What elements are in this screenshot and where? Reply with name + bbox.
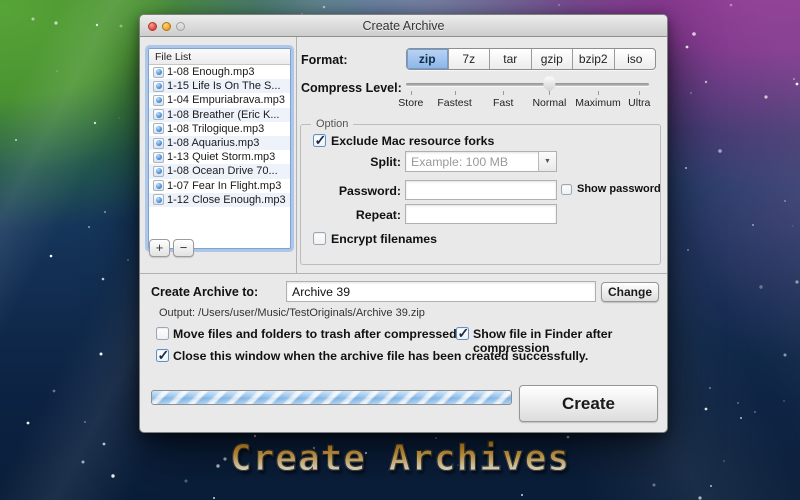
- file-name-label: 1-08 Ocean Drive 70...: [167, 165, 278, 177]
- music-file-icon: [153, 95, 164, 106]
- encrypt-filenames-label: Encrypt filenames: [331, 232, 437, 246]
- window-title: Create Archive: [140, 19, 667, 33]
- app-caption: Create Archives: [0, 438, 800, 479]
- create-archive-to-label: Create Archive to:: [151, 285, 258, 299]
- format-segmented: zip7ztargzipbzip2iso: [406, 48, 656, 70]
- file-name-label: 1-08 Enough.mp3: [167, 66, 254, 78]
- format-option-zip[interactable]: zip: [407, 49, 449, 69]
- file-list-item[interactable]: 1-12 Close Enough.mp3: [149, 193, 290, 207]
- music-file-icon: [153, 152, 164, 163]
- archive-name-field[interactable]: [286, 281, 596, 302]
- vertical-divider: [296, 37, 297, 273]
- music-file-icon: [153, 109, 164, 120]
- slider-tick: [411, 91, 412, 95]
- slider-level-label-normal: Normal: [532, 97, 566, 109]
- slider-tick: [598, 91, 599, 95]
- file-name-label: 1-13 Quiet Storm.mp3: [167, 151, 275, 163]
- horizontal-divider: [140, 273, 667, 274]
- format-option-7z[interactable]: 7z: [449, 49, 491, 69]
- file-list-item[interactable]: 1-08 Trilogique.mp3: [149, 122, 290, 136]
- file-list-item[interactable]: 1-08 Ocean Drive 70...: [149, 164, 290, 178]
- option-group-label: Option: [311, 118, 353, 130]
- change-button[interactable]: Change: [601, 282, 659, 302]
- move-to-trash-checkbox[interactable]: [156, 327, 169, 340]
- music-file-icon: [153, 67, 164, 78]
- file-name-label: 1-12 Close Enough.mp3: [167, 194, 286, 206]
- exclude-forks-label: Exclude Mac resource forks: [331, 134, 494, 148]
- slider-tick: [455, 91, 456, 95]
- format-option-bzip2[interactable]: bzip2: [573, 49, 615, 69]
- file-list-item[interactable]: 1-07 Fear In Flight.mp3: [149, 179, 290, 193]
- split-label: Split:: [300, 155, 401, 169]
- slider-level-label-fast: Fast: [493, 97, 513, 109]
- file-name-label: 1-08 Aquarius.mp3: [167, 137, 259, 149]
- move-to-trash-label: Move files and folders to trash after co…: [173, 327, 457, 341]
- format-option-tar[interactable]: tar: [490, 49, 532, 69]
- progress-bar: [151, 390, 512, 405]
- file-list-header: File List: [149, 49, 290, 65]
- compress-level-slider[interactable]: StoreFastestFastNormalMaximumUltra: [406, 76, 649, 122]
- close-window-label: Close this window when the archive file …: [173, 349, 588, 363]
- file-list-items: 1-08 Enough.mp3 1-15 Life Is On The S... 1…: [149, 65, 290, 207]
- compress-level-label: Compress Level:: [301, 81, 402, 95]
- music-file-icon: [153, 166, 164, 177]
- music-file-icon: [153, 123, 164, 134]
- music-file-icon: [153, 194, 164, 205]
- file-name-label: 1-07 Fear In Flight.mp3: [167, 180, 281, 192]
- file-list-item[interactable]: 1-08 Aquarius.mp3: [149, 136, 290, 150]
- slider-level-label-fastest: Fastest: [437, 97, 471, 109]
- format-option-iso[interactable]: iso: [615, 49, 656, 69]
- encrypt-filenames-checkbox[interactable]: [313, 232, 326, 245]
- format-option-gzip[interactable]: gzip: [532, 49, 574, 69]
- combo-arrow-icon[interactable]: ▼: [538, 152, 556, 171]
- slider-thumb[interactable]: [542, 76, 556, 92]
- remove-file-button[interactable]: −: [173, 239, 194, 257]
- file-list-item[interactable]: 1-04 Empuriabrava.mp3: [149, 93, 290, 107]
- create-archive-window: Create Archive File List 1-08 Enough.mp3…: [139, 14, 668, 433]
- file-list-item[interactable]: 1-13 Quiet Storm.mp3: [149, 150, 290, 164]
- starfield-background: [0, 0, 2, 2]
- format-label: Format:: [301, 53, 348, 67]
- create-button[interactable]: Create: [519, 385, 658, 422]
- slider-level-label-maximum: Maximum: [575, 97, 621, 109]
- repeat-label: Repeat:: [300, 208, 401, 222]
- slider-tick: [549, 91, 550, 95]
- exclude-forks-checkbox[interactable]: [313, 134, 326, 147]
- output-path: Output: /Users/user/Music/TestOriginals/…: [159, 307, 425, 319]
- file-list-item[interactable]: 1-15 Life Is On The S...: [149, 79, 290, 93]
- slider-tick: [503, 91, 504, 95]
- add-file-button[interactable]: +: [149, 239, 170, 257]
- file-list[interactable]: File List 1-08 Enough.mp3 1-15 Life Is On…: [148, 48, 291, 249]
- music-file-icon: [153, 138, 164, 149]
- slider-tick: [639, 91, 640, 95]
- file-name-label: 1-15 Life Is On The S...: [167, 80, 281, 92]
- slider-level-label-store: Store: [398, 97, 423, 109]
- slider-track[interactable]: [406, 83, 649, 86]
- password-field[interactable]: [405, 180, 557, 200]
- music-file-icon: [153, 180, 164, 191]
- file-name-label: 1-08 Trilogique.mp3: [167, 123, 264, 135]
- close-window-checkbox[interactable]: [156, 349, 169, 362]
- repeat-field[interactable]: [405, 204, 557, 224]
- show-in-finder-checkbox[interactable]: [456, 327, 469, 340]
- show-password-checkbox[interactable]: [561, 184, 572, 195]
- file-list-item[interactable]: 1-08 Enough.mp3: [149, 65, 290, 79]
- music-file-icon: [153, 81, 164, 92]
- split-combobox[interactable]: [405, 151, 557, 172]
- password-label: Password:: [300, 184, 401, 198]
- window-titlebar[interactable]: Create Archive: [140, 15, 667, 37]
- file-name-label: 1-08 Breather (Eric K...: [167, 109, 280, 121]
- file-name-label: 1-04 Empuriabrava.mp3: [167, 94, 285, 106]
- file-list-item[interactable]: 1-08 Breather (Eric K...: [149, 108, 290, 122]
- slider-level-label-ultra: Ultra: [628, 97, 650, 109]
- show-password-label: Show password: [577, 183, 661, 195]
